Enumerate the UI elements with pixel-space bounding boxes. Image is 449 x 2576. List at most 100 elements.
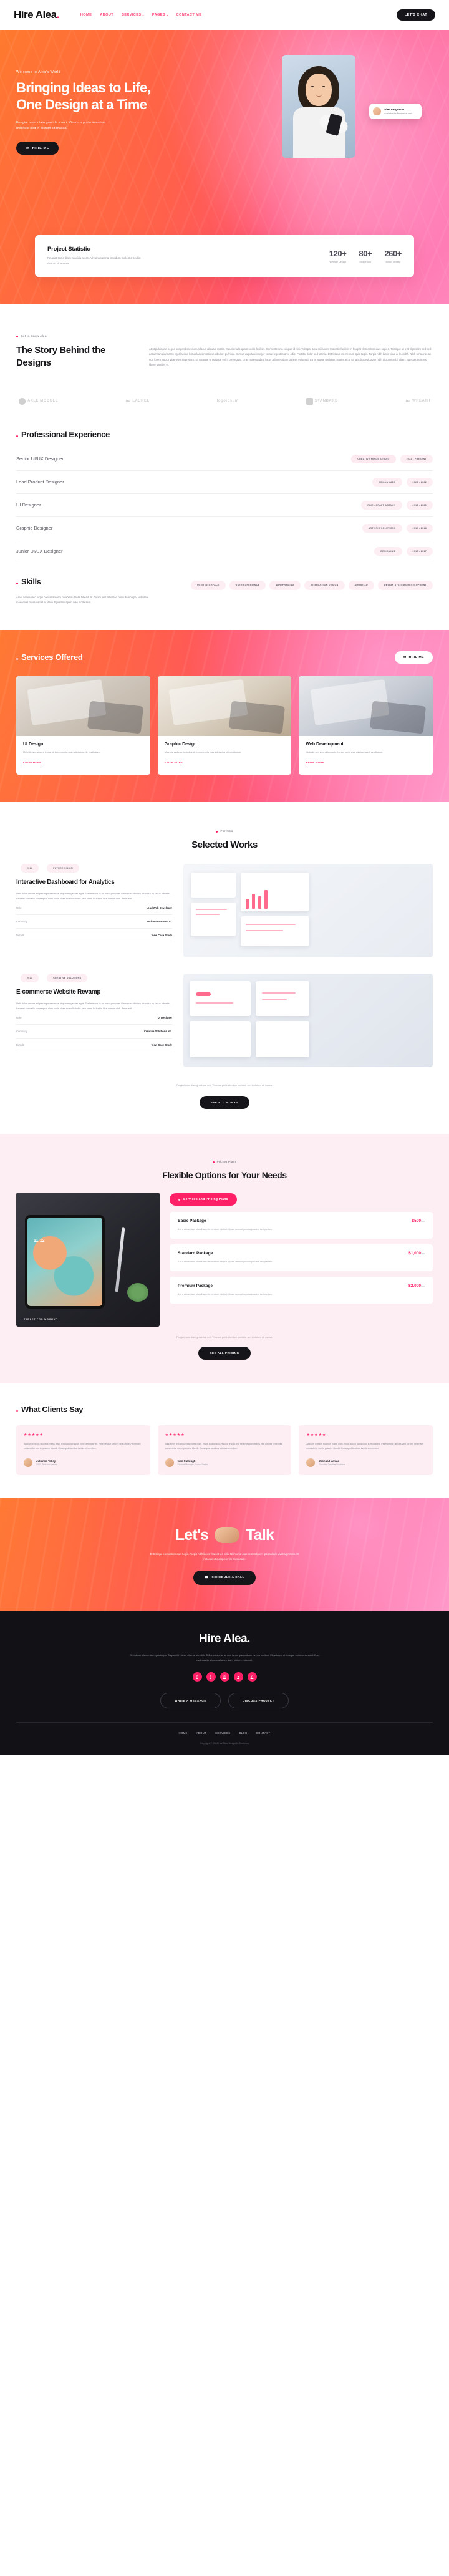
portfolio-title: Selected Works <box>191 839 258 850</box>
stat-value: 120+ <box>329 249 347 259</box>
portfolio-item-description: Velit dolor ornare adipiscing maecenas i… <box>16 892 170 900</box>
phone-icon: ☎ <box>205 1576 209 1580</box>
portfolio-meta-row[interactable]: Details View Case Study <box>16 1039 172 1052</box>
availability-name: Alea Ferguson <box>384 108 404 112</box>
portfolio-image <box>183 863 433 957</box>
testimonial-text: Aliquam in tellus faucibus mattis diam. … <box>165 1442 282 1450</box>
hire-me-button[interactable]: ✉ HIRE ME <box>16 142 59 155</box>
schedule-call-button[interactable]: ☎ SCHEDULE A CALL <box>193 1571 256 1586</box>
meta-key: Details <box>16 933 24 937</box>
nav-item-services[interactable]: SERVICES ▾ <box>122 13 144 17</box>
cta-heading: Let's Talk <box>16 1526 433 1544</box>
avatar <box>165 1458 174 1467</box>
hero-title-line2: One Design at a Time <box>16 96 147 112</box>
cta-description: Et tristique elementum quis turpis. Turp… <box>150 1552 299 1561</box>
pricing-plan-card[interactable]: Standard Package $1,000/mo A in a et nis… <box>170 1244 433 1271</box>
experience-row: Lead Product Designer INNOVA LABS 2020 -… <box>16 471 433 494</box>
site-logo[interactable]: Hire Alea. <box>14 9 59 21</box>
testimonial-role: Product Manager, Fusion Media <box>177 1463 208 1466</box>
nav-label: SERVICES <box>122 13 142 17</box>
pricing-plan-card[interactable]: Basic Package $500/mo A in a et nisl ris… <box>170 1212 433 1239</box>
experience-role: UI Designer <box>16 502 41 508</box>
lets-chat-button[interactable]: LET'S CHAT <box>396 9 435 21</box>
plan-name: Basic Package <box>178 1219 206 1224</box>
portfolio-eyebrow-label: Portfolio <box>220 830 233 833</box>
service-link[interactable]: KNOW MORE <box>306 761 324 765</box>
testimonial-role: Founder, Creative Solutions <box>319 1463 345 1466</box>
logo-dot: . <box>56 9 60 21</box>
footer-nav-home[interactable]: HOME <box>179 1731 188 1735</box>
meta-value[interactable]: View Case Study <box>152 1043 172 1047</box>
footer-nav-about[interactable]: ABOUT <box>196 1731 206 1735</box>
avatar <box>24 1458 32 1467</box>
footer-nav-services[interactable]: SERVICES <box>215 1731 230 1735</box>
bullet-icon <box>178 1198 180 1201</box>
stat-title: Project Statistic <box>47 246 90 253</box>
nav-item-about[interactable]: ABOUT <box>100 13 113 17</box>
portfolio-meta-row: Company Creative Solutions Inc. <box>16 1025 172 1039</box>
instagram-icon[interactable]: ◎ <box>220 1672 229 1682</box>
service-link[interactable]: KNOW MORE <box>23 761 42 765</box>
nav-item-pages[interactable]: PAGES ▾ <box>152 13 168 17</box>
service-card[interactable]: Graphic Design Molestie sed viverra lect… <box>157 675 292 775</box>
dribbble-icon[interactable]: ● <box>233 1672 243 1682</box>
bullet-icon <box>212 1161 215 1163</box>
logo-item: AXLE MODULE <box>19 397 59 405</box>
experience-company: INNOVA LABS <box>372 477 402 487</box>
testimonial-card: ★★★★★ Aliquam in tellus faucibus mattis … <box>299 1425 433 1475</box>
logo-label: WREATH <box>412 399 430 404</box>
nav-item-home[interactable]: HOME <box>80 13 92 17</box>
site-footer: Hire Alea. Et tristique elementum quis t… <box>0 1611 449 1755</box>
portfolio-tag: CREATIVE SOLUTIONS <box>47 973 88 982</box>
services-hire-me-button[interactable]: ✉ HIRE ME <box>394 651 433 664</box>
copyright-text: Copyright © 2024 Hire Alea. Design by Te… <box>200 1742 249 1745</box>
stat-value: 80+ <box>359 249 372 259</box>
service-link[interactable]: KNOW MORE <box>164 761 183 765</box>
pricing-image: 11:12 TABLET PRO MOCKUP <box>16 1192 160 1327</box>
meta-key: Role <box>16 1015 22 1019</box>
portfolio-meta-row[interactable]: Details View Case Study <box>16 929 172 942</box>
write-message-button[interactable]: WRITE A MESSAGE <box>160 1693 221 1709</box>
service-name: UI Design <box>23 742 44 747</box>
portfolio-item-title: E-commerce Website Revamp <box>16 988 101 995</box>
stat-item: 120+ Website Design <box>329 249 347 263</box>
twitter-icon[interactable]: t <box>206 1672 216 1682</box>
see-all-works-button[interactable]: SEE ALL WORKS <box>199 1095 250 1109</box>
footer-nav-contact[interactable]: CONTACT <box>256 1731 271 1735</box>
meta-value: UI Designer <box>157 1015 172 1019</box>
nav-item-contact[interactable]: CONTACT ME <box>176 13 202 17</box>
discuss-project-button[interactable]: DISCUSS PROJECT <box>228 1693 289 1709</box>
skill-tag: DESIGN SYSTEMS DEVELOPMENT <box>377 580 433 590</box>
linkedin-icon[interactable]: in <box>247 1672 257 1682</box>
wreath-icon: ❧ <box>405 397 411 404</box>
pricing-note: Feugiat nunc diam gravida a orci. Vivamu… <box>176 1335 273 1339</box>
testimonial-text: Aliquam in tellus faucibus mattis diam. … <box>306 1442 423 1450</box>
logo-label: AXLE MODULE <box>27 399 59 404</box>
footer-nav-blog[interactable]: BLOG <box>239 1731 247 1735</box>
experience-company: CREATIVE MINDS STUDIO <box>351 454 396 463</box>
testimonial-name: Julianna Talley <box>36 1459 56 1463</box>
schedule-call-label: SCHEDULE A CALL <box>211 1576 244 1580</box>
meta-value[interactable]: View Case Study <box>152 934 172 937</box>
plan-description: A in a et nisl risus blandit arcu fermen… <box>178 1292 273 1295</box>
pricing-badge-label: Services and Pricing Plans <box>183 1198 228 1202</box>
story-eyebrow: Get to Know Alea <box>16 335 47 338</box>
site-header: Hire Alea. HOME ABOUT SERVICES ▾ PAGES ▾ C… <box>0 0 449 30</box>
see-all-pricing-button[interactable]: SEE ALL PRICING <box>198 1346 251 1360</box>
services-section: Services Offered ✉ HIRE ME UI Design Mol… <box>0 629 449 802</box>
services-title-wrap: Services Offered <box>16 652 83 662</box>
portfolio-meta-row: Role UI Designer <box>16 1011 172 1025</box>
pricing-plan-card[interactable]: Premium Package $2,000/mo A in a et nisl… <box>170 1276 433 1304</box>
experience-period: 2016 - 2017 <box>406 546 433 556</box>
service-card[interactable]: Web Development Molestie sed viverra lec… <box>299 675 433 775</box>
plan-description: A in a et nisl risus blandit arcu fermen… <box>178 1228 273 1231</box>
facebook-icon[interactable]: f <box>192 1672 202 1682</box>
meta-key: Company <box>16 1029 27 1033</box>
service-card[interactable]: UI Design Molestie sed viverra lectus id… <box>16 675 150 775</box>
service-name: Web Development <box>306 742 344 747</box>
service-description: Molestie sed viverra lectus id. Lorem po… <box>164 750 242 753</box>
story-title: The Story Behind the Designs <box>16 345 105 368</box>
client-logo-strip: AXLE MODULE ❧ LAUREL logoipsum STANDARD ❧… <box>0 394 449 405</box>
skills-section: Skills Amet aenean leo turpis convallis … <box>16 563 433 605</box>
pricing-title: Flexible Options for Your Needs <box>162 1169 287 1180</box>
